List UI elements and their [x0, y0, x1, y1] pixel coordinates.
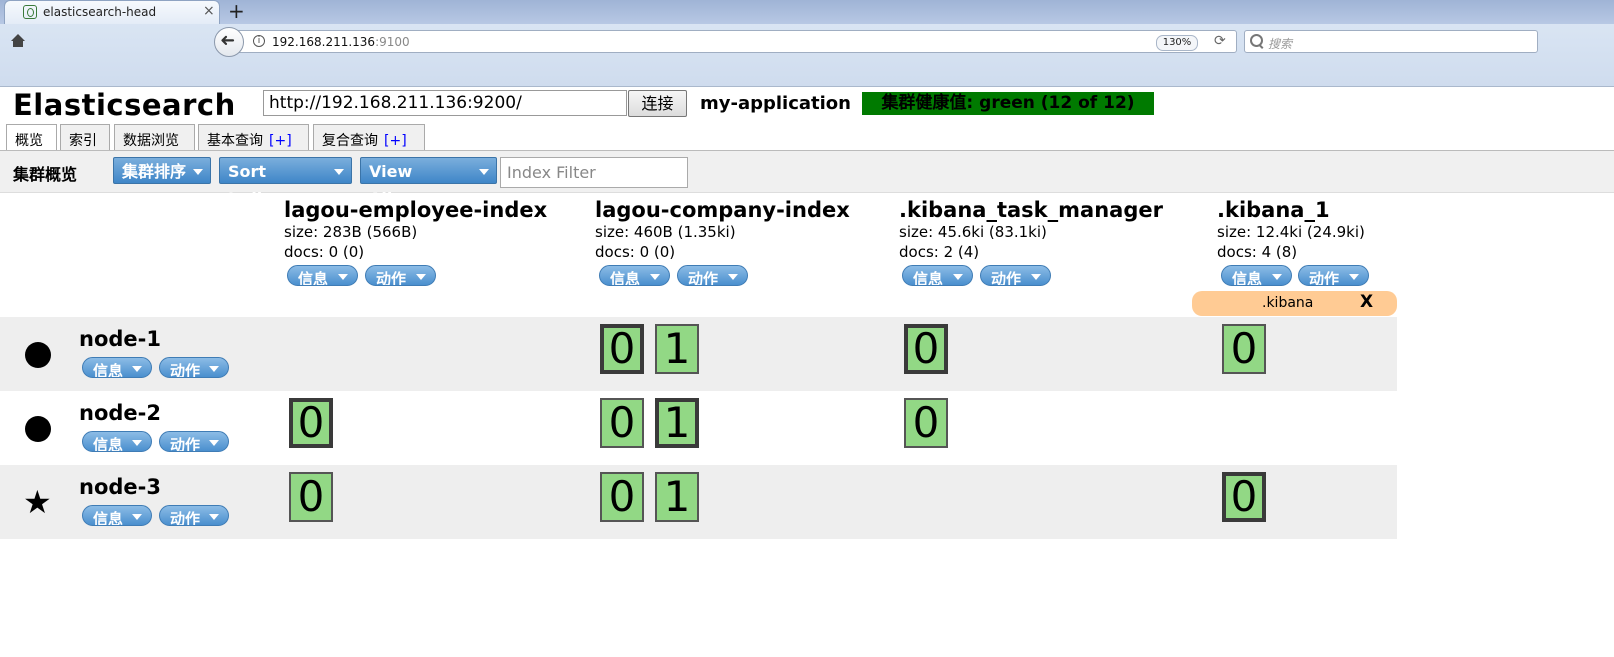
node-status-circle-icon — [25, 416, 51, 442]
node-info-button[interactable]: 信息 — [82, 431, 152, 452]
cluster-sort-dropdown[interactable]: 集群排序 — [113, 157, 211, 184]
index-name: .kibana_task_manager — [899, 198, 1163, 222]
sort-indices-dropdown[interactable]: Sort Indices — [219, 157, 352, 208]
index-docs: docs: 0 (0) — [284, 243, 365, 261]
shard-primary[interactable]: 0 — [600, 324, 644, 374]
index-info-button[interactable]: 信息 — [1221, 265, 1292, 286]
cluster-name: my-application — [700, 93, 851, 114]
view-aliases-dropdown[interactable]: View Aliases — [360, 157, 497, 208]
favicon-icon — [23, 5, 37, 19]
shard-replica[interactable]: 1 — [655, 472, 699, 522]
index-docs: docs: 4 (8) — [1217, 243, 1298, 261]
index-info-button[interactable]: 信息 — [599, 265, 670, 286]
site-info-icon[interactable]: i — [253, 35, 265, 47]
shard-replica[interactable]: 0 — [1222, 324, 1266, 374]
index-action-button[interactable]: 动作 — [1298, 265, 1369, 286]
index-filter-input[interactable] — [500, 157, 688, 188]
index-info-button[interactable]: 信息 — [902, 265, 973, 286]
node-name: node-1 — [79, 327, 161, 351]
shard-replica[interactable]: 1 — [655, 324, 699, 374]
close-tab-icon[interactable]: × — [203, 3, 215, 19]
browser-chrome: elasticsearch-head × + ➜ i 192.168.211.1… — [0, 0, 1614, 87]
node-name: node-2 — [79, 401, 161, 425]
search-placeholder: 搜索 — [1268, 37, 1293, 51]
search-icon — [1250, 34, 1263, 47]
connect-button[interactable]: 连接 — [628, 90, 687, 117]
index-info-button[interactable]: 信息 — [287, 265, 358, 286]
cluster-health-badge: 集群健康值: green (12 of 12) — [862, 92, 1154, 115]
shard-primary[interactable]: 1 — [655, 398, 699, 448]
shard-replica[interactable]: 0 — [289, 472, 333, 522]
shard-replica[interactable]: 0 — [600, 472, 644, 522]
node-action-button[interactable]: 动作 — [159, 357, 229, 378]
connect-url-input[interactable] — [263, 90, 627, 116]
overview-title: 集群概览 — [13, 165, 78, 184]
index-size: size: 45.6ki (83.1ki) — [899, 223, 1047, 241]
reload-icon[interactable]: ⟳ — [1214, 33, 1226, 49]
node-action-button[interactable]: 动作 — [159, 505, 229, 526]
tab-basic-query[interactable]: 基本查询 [+] — [198, 124, 309, 151]
zoom-indicator[interactable]: 130% — [1156, 35, 1198, 51]
new-tab-button[interactable]: + — [228, 0, 245, 23]
node-action-button[interactable]: 动作 — [159, 431, 229, 452]
index-docs: docs: 0 (0) — [595, 243, 676, 261]
browser-tab[interactable]: elasticsearch-head × — [4, 0, 220, 24]
tab-title: elasticsearch-head — [43, 5, 157, 19]
url-text: 192.168.211.136:9100 — [272, 35, 410, 49]
index-name: lagou-company-index — [595, 198, 850, 222]
node-info-button[interactable]: 信息 — [82, 357, 152, 378]
shard-primary[interactable]: 0 — [289, 398, 333, 448]
shard-replica[interactable]: 0 — [600, 398, 644, 448]
app-title: Elasticsearch — [13, 88, 236, 122]
tab-overview[interactable]: 概览 — [6, 124, 57, 152]
tab-compound-query[interactable]: 复合查询 [+] — [313, 124, 425, 151]
index-action-button[interactable]: 动作 — [980, 265, 1051, 286]
alias-close-button[interactable]: X — [1360, 292, 1373, 312]
index-size: size: 460B (1.35ki) — [595, 223, 736, 241]
home-icon[interactable] — [10, 34, 26, 48]
shard-primary[interactable]: 0 — [904, 324, 948, 374]
index-size: size: 12.4ki (24.9ki) — [1217, 223, 1365, 241]
index-name: lagou-employee-index — [284, 198, 548, 222]
node-name: node-3 — [79, 475, 161, 499]
tab-browser[interactable]: 数据浏览 — [114, 124, 195, 151]
node-status-circle-icon — [25, 342, 51, 368]
shard-replica[interactable]: 0 — [904, 398, 948, 448]
index-size: size: 283B (566B) — [284, 223, 418, 241]
master-star-icon: ★ — [23, 483, 52, 521]
index-action-button[interactable]: 动作 — [365, 265, 436, 286]
back-button[interactable]: ➜ — [214, 27, 244, 57]
back-arrow-icon: ➜ — [220, 30, 236, 51]
node-info-button[interactable]: 信息 — [82, 505, 152, 526]
alias-name: .kibana — [1262, 295, 1314, 311]
index-action-button[interactable]: 动作 — [677, 265, 748, 286]
shard-primary[interactable]: 0 — [1222, 472, 1266, 522]
index-docs: docs: 2 (4) — [899, 243, 980, 261]
index-name: .kibana_1 — [1217, 198, 1330, 222]
tab-indices[interactable]: 索引 — [60, 124, 110, 151]
